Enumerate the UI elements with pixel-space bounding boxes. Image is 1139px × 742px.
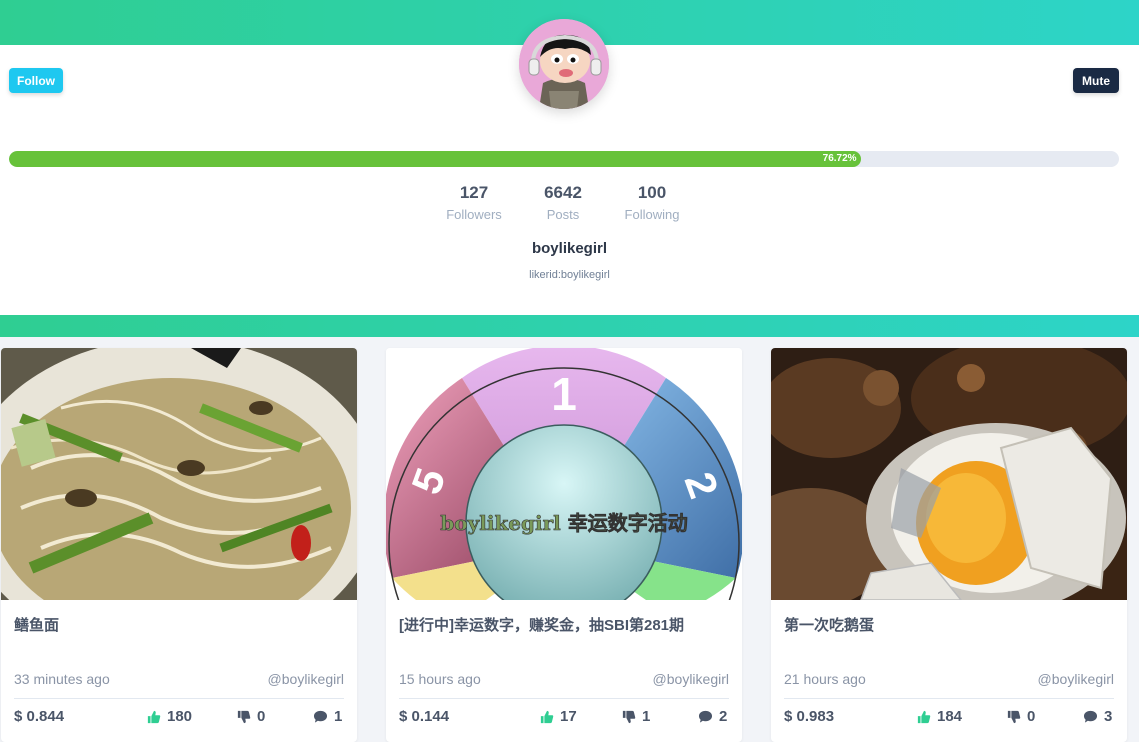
post-author[interactable]: @boylikegirl [1038,671,1114,687]
comment-button[interactable]: 1 [313,708,342,725]
post-payout: $ 0.144 [399,708,450,725]
like-count: 17 [560,708,577,725]
post-time: 21 hours ago [784,671,866,687]
thumbs-up-icon [540,710,554,723]
dislike-count: 0 [1027,708,1036,725]
comment-count: 3 [1104,708,1113,725]
wheel-caption: boylikegirl 幸运数字活动 [440,511,687,535]
thumbs-up-icon [147,710,161,723]
comment-count: 1 [334,708,343,725]
stat-value: 6642 [544,183,582,202]
dislike-count: 1 [642,708,651,725]
follow-button[interactable]: Follow [9,68,63,93]
dislike-button[interactable]: 0 [1007,708,1035,725]
thumbs-down-icon [1007,710,1021,723]
section-divider-banner [0,315,1139,337]
dislike-button[interactable]: 0 [237,708,265,725]
post-thumbnail[interactable]: 1 2 5 boylikegirl 幸运数字活动 [386,348,742,600]
mute-button[interactable]: Mute [1073,68,1119,93]
thumbs-down-icon [622,710,636,723]
liker-id: likerid:boylikegirl [529,269,610,281]
divider [399,698,729,699]
stat-following[interactable]: 100 Following [612,183,692,222]
progress-bar: 76.72% [9,151,1119,167]
thumbs-down-icon [237,710,251,723]
post-title[interactable]: 第一次吃鹅蛋 [784,614,874,635]
post-time: 33 minutes ago [14,671,110,687]
comment-icon [698,710,713,723]
post-card[interactable]: 1 2 5 boylikegirl 幸运数字活动 [进行中]幸运数字，赚奖金，抽… [386,348,742,742]
post-title[interactable]: [进行中]幸运数字，赚奖金，抽SBI第281期 [399,614,684,635]
username: boylikegirl [531,240,608,257]
post-payout: $ 0.844 [14,708,65,725]
comment-icon [1083,710,1098,723]
progress-label: 76.72% [822,153,857,164]
divider [784,698,1114,699]
thumbs-up-icon [917,710,931,723]
comment-icon [313,710,328,723]
comment-count: 2 [719,708,728,725]
post-time: 15 hours ago [399,671,481,687]
like-count: 184 [937,708,963,725]
avatar[interactable] [519,19,609,109]
like-button[interactable]: 184 [917,708,962,725]
stat-label: Posts [546,207,580,222]
stat-value: 100 [637,183,667,202]
like-count: 180 [167,708,193,725]
like-button[interactable]: 180 [147,708,192,725]
stat-posts[interactable]: 6642 Posts [523,183,603,222]
comment-button[interactable]: 3 [1083,708,1112,725]
stat-label: Following [624,207,680,222]
post-title[interactable]: 鳝鱼面 [14,614,59,635]
dislike-button[interactable]: 1 [622,708,650,725]
comment-button[interactable]: 2 [698,708,727,725]
wheel-number: 1 [551,368,577,420]
post-author[interactable]: @boylikegirl [268,671,344,687]
stat-value: 127 [459,183,489,202]
stat-label: Followers [446,207,502,222]
post-card[interactable]: 鳝鱼面 33 minutes ago @boylikegirl $ 0.844 … [1,348,357,742]
post-thumbnail[interactable] [1,348,357,600]
post-thumbnail[interactable] [771,348,1127,600]
stat-followers[interactable]: 127 Followers [434,183,514,222]
divider [14,698,344,699]
like-button[interactable]: 17 [540,708,577,725]
post-card[interactable]: 第一次吃鹅蛋 21 hours ago @boylikegirl $ 0.983… [771,348,1127,742]
dislike-count: 0 [257,708,266,725]
post-author[interactable]: @boylikegirl [653,671,729,687]
post-payout: $ 0.983 [784,708,835,725]
progress-fill: 76.72% [9,151,861,167]
